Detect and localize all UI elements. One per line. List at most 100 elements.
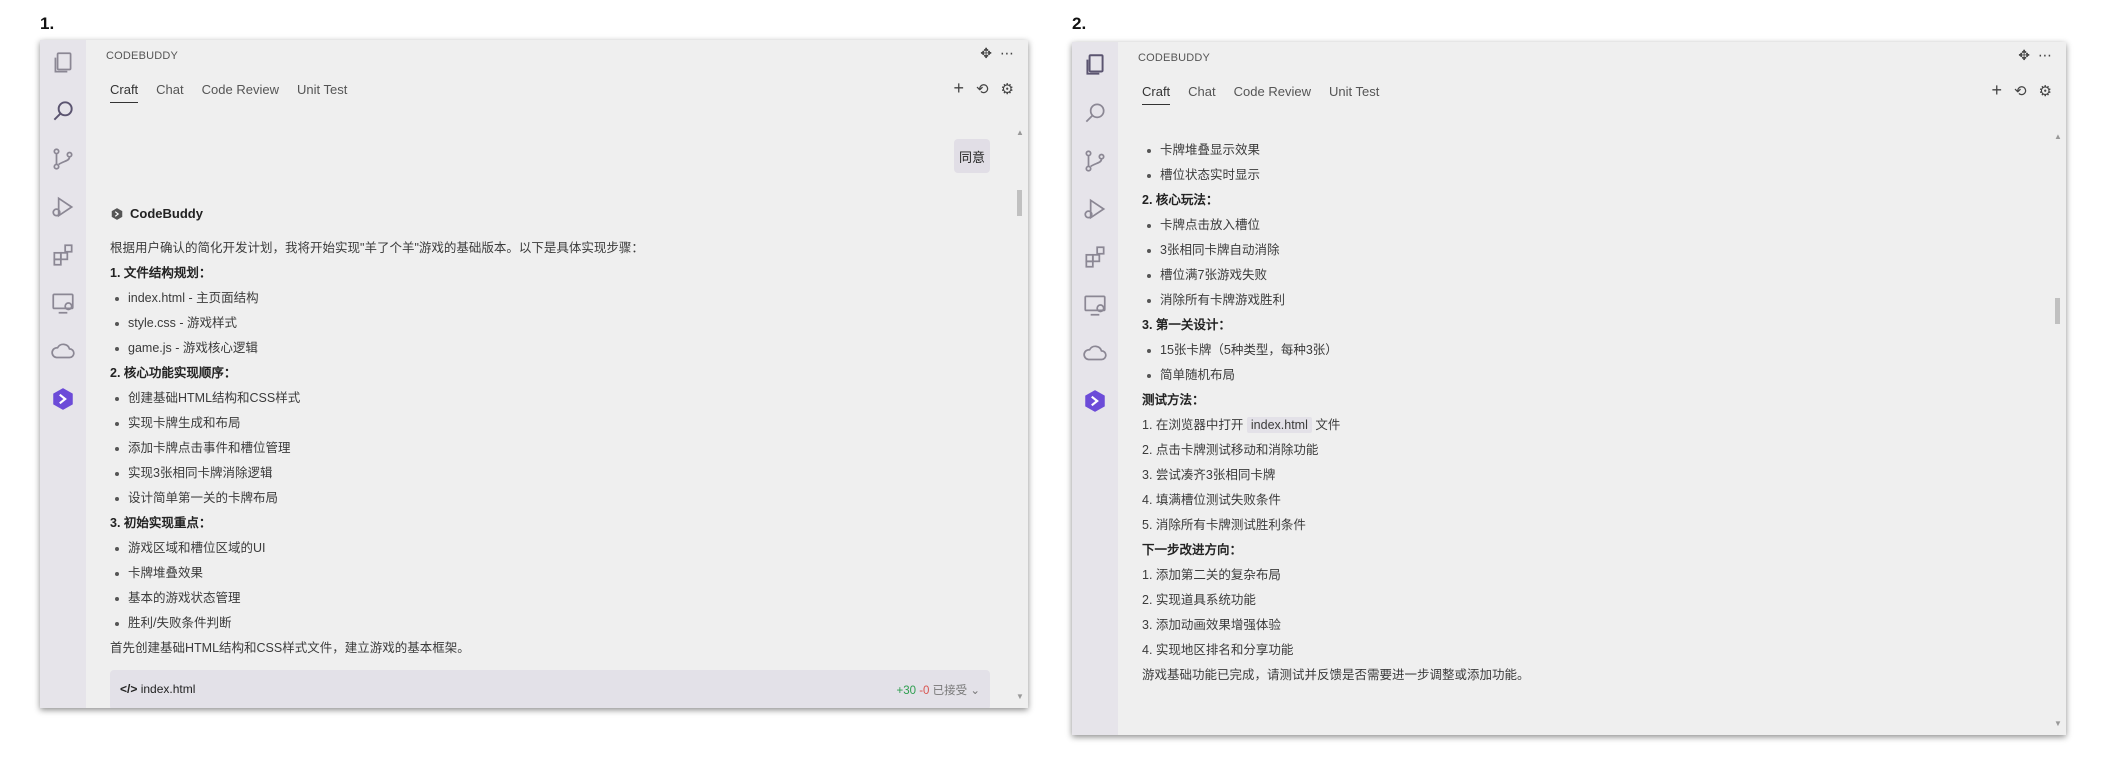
more-icon[interactable]: ⋯ <box>2038 47 2052 64</box>
list-item: 胜利/失败条件判断 <box>110 611 988 636</box>
search-icon[interactable] <box>1080 98 1110 128</box>
extensions-icon[interactable] <box>1080 242 1110 272</box>
list-item: 简单随机布局 <box>1142 363 2026 388</box>
add-icon[interactable]: + <box>953 78 964 99</box>
search-icon[interactable] <box>48 96 78 126</box>
test-step: 1. 在浏览器中打开 index.html 文件 <box>1142 417 1341 433</box>
list-item: 卡牌堆叠效果 <box>110 561 988 586</box>
activity-bar <box>40 40 86 708</box>
chevron-down-icon[interactable]: ⌄ <box>970 685 980 697</box>
test-step: 4. 填满槽位测试失败条件 <box>1142 493 1281 507</box>
source-control-icon[interactable] <box>48 144 78 174</box>
codebuddy-logo-icon[interactable] <box>1080 386 1110 416</box>
codebuddy-panel: CODEBUDDY ✥ ⋯ Craft Chat Code Review Uni… <box>86 40 1028 708</box>
list-item: 卡牌点击放入槽位 <box>1142 213 2026 238</box>
list-item: 消除所有卡牌游戏胜利 <box>1142 288 2026 313</box>
app-header: CODEBUDDY <box>1138 52 1211 64</box>
history-icon[interactable]: ⟲ <box>2014 82 2027 100</box>
section-title: 3. 初始实现重点： <box>110 516 212 530</box>
list-item: 添加卡牌点击事件和槽位管理 <box>110 436 988 461</box>
run-debug-icon[interactable] <box>1080 194 1110 224</box>
files-icon[interactable] <box>48 48 78 78</box>
code-change-stats: +30 -0 已接受 ⌄ <box>896 685 981 697</box>
remote-explorer-icon[interactable] <box>48 288 78 318</box>
code-file-name: </> index.html <box>120 682 196 696</box>
extensions-icon[interactable] <box>48 240 78 270</box>
code-change-card[interactable]: </> index.html +30 -0 已接受 ⌄ <box>110 670 990 708</box>
list-item: 槽位满7张游戏失败 <box>1142 263 2026 288</box>
list-item: 槽位状态实时显示 <box>1142 163 2026 188</box>
list-item: 创建基础HTML结构和CSS样式 <box>110 386 988 411</box>
scrollbar[interactable]: ▲ ▼ <box>2054 133 2062 728</box>
tab-code-review[interactable]: Code Review <box>202 82 279 103</box>
tab-craft[interactable]: Craft <box>110 82 139 103</box>
user-reply-bubble: 同意 <box>954 139 990 173</box>
intro-text: 根据用户确认的简化开发计划，我将开始实现"羊了个羊"游戏的基础版本。以下是具体实… <box>110 241 644 255</box>
tab-chat[interactable]: Chat <box>1188 84 1215 105</box>
tab-craft[interactable]: Craft <box>1142 84 1171 105</box>
section-title: 下一步改进方向： <box>1142 543 1243 557</box>
run-debug-icon[interactable] <box>48 192 78 222</box>
panel-number-2: 2. <box>1072 14 1087 33</box>
section-title: 3. 第一关设计： <box>1142 318 1231 332</box>
scrollbar-thumb[interactable] <box>1017 190 1022 216</box>
codebuddy-logo-icon <box>111 207 123 220</box>
next-step: 1. 添加第二关的复杂布局 <box>1142 568 1281 582</box>
list-item: 3张相同卡牌自动消除 <box>1142 238 2026 263</box>
more-icon[interactable]: ⋯ <box>1000 45 1014 62</box>
message-body: 卡牌堆叠显示效果 槽位状态实时显示 2. 核心玩法： 卡牌点击放入槽位 3张相同… <box>1142 138 2026 688</box>
test-step: 2. 点击卡牌测试移动和消除功能 <box>1142 443 1319 457</box>
section-title: 1. 文件结构规划： <box>110 266 212 280</box>
section-title: 2. 核心玩法： <box>1142 193 1219 207</box>
move-icon[interactable]: ✥ <box>980 45 992 62</box>
history-icon[interactable]: ⟲ <box>976 80 989 98</box>
files-icon[interactable] <box>1080 50 1110 80</box>
next-step: 4. 实现地区排名和分享功能 <box>1142 643 1294 657</box>
test-step: 5. 消除所有卡牌测试胜利条件 <box>1142 518 1306 532</box>
section-title: 测试方法： <box>1142 393 1205 407</box>
move-icon[interactable]: ✥ <box>2018 47 2030 64</box>
cloud-icon[interactable] <box>1080 338 1110 368</box>
tab-bar: Craft Chat Code Review Unit Test <box>1142 84 1379 105</box>
bot-name: CodeBuddy <box>110 206 203 221</box>
test-step: 3. 尝试凑齐3张相同卡牌 <box>1142 468 1276 482</box>
settings-icon[interactable]: ⚙ <box>1001 80 1014 98</box>
settings-icon[interactable]: ⚙ <box>2039 82 2052 100</box>
tab-unit-test[interactable]: Unit Test <box>1329 84 1379 105</box>
cloud-icon[interactable] <box>48 336 78 366</box>
list-item: 基本的游戏状态管理 <box>110 586 988 611</box>
list-item: style.css - 游戏样式 <box>110 311 988 336</box>
activity-bar <box>1072 42 1118 735</box>
next-step: 3. 添加动画效果增强体验 <box>1142 618 1281 632</box>
tab-unit-test[interactable]: Unit Test <box>297 82 347 103</box>
codebuddy-logo-icon[interactable] <box>48 384 78 414</box>
source-control-icon[interactable] <box>1080 146 1110 176</box>
codebuddy-panel: CODEBUDDY ✥ ⋯ Craft Chat Code Review Uni… <box>1118 42 2066 735</box>
scrollbar[interactable]: ▲ ▼ <box>1016 129 1024 701</box>
list-item: 设计简单第一关的卡牌布局 <box>110 486 988 511</box>
list-item: 游戏区域和槽位区域的UI <box>110 536 988 561</box>
closing-text: 首先创建基础HTML结构和CSS样式文件，建立游戏的基本框架。 <box>110 641 470 655</box>
list-item: 15张卡牌（5种类型，每种3张） <box>1142 338 2026 363</box>
tab-bar: Craft Chat Code Review Unit Test <box>110 82 347 103</box>
list-item: 实现3张相同卡牌消除逻辑 <box>110 461 988 486</box>
inline-code: index.html <box>1246 417 1312 433</box>
panel-number-1: 1. <box>40 14 55 33</box>
list-item: 卡牌堆叠显示效果 <box>1142 138 2026 163</box>
scrollbar-thumb[interactable] <box>2055 298 2060 324</box>
window-2: CODEBUDDY ✥ ⋯ Craft Chat Code Review Uni… <box>1072 42 2066 735</box>
list-item: 实现卡牌生成和布局 <box>110 411 988 436</box>
remote-explorer-icon[interactable] <box>1080 290 1110 320</box>
next-step: 2. 实现道具系统功能 <box>1142 593 1256 607</box>
add-icon[interactable]: + <box>1991 80 2002 101</box>
section-title: 2. 核心功能实现顺序： <box>110 366 237 380</box>
tab-chat[interactable]: Chat <box>156 82 183 103</box>
message-body: 根据用户确认的简化开发计划，我将开始实现"羊了个羊"游戏的基础版本。以下是具体实… <box>110 236 988 661</box>
app-header: CODEBUDDY <box>106 50 179 62</box>
window-1: CODEBUDDY ✥ ⋯ Craft Chat Code Review Uni… <box>40 40 1028 708</box>
closing-text: 游戏基础功能已完成，请测试并反馈是否需要进一步调整或添加功能。 <box>1142 668 1530 682</box>
bot-name-label: CodeBuddy <box>130 206 203 221</box>
tab-code-review[interactable]: Code Review <box>1234 84 1311 105</box>
list-item: game.js - 游戏核心逻辑 <box>110 336 988 361</box>
list-item: index.html - 主页面结构 <box>110 286 988 311</box>
